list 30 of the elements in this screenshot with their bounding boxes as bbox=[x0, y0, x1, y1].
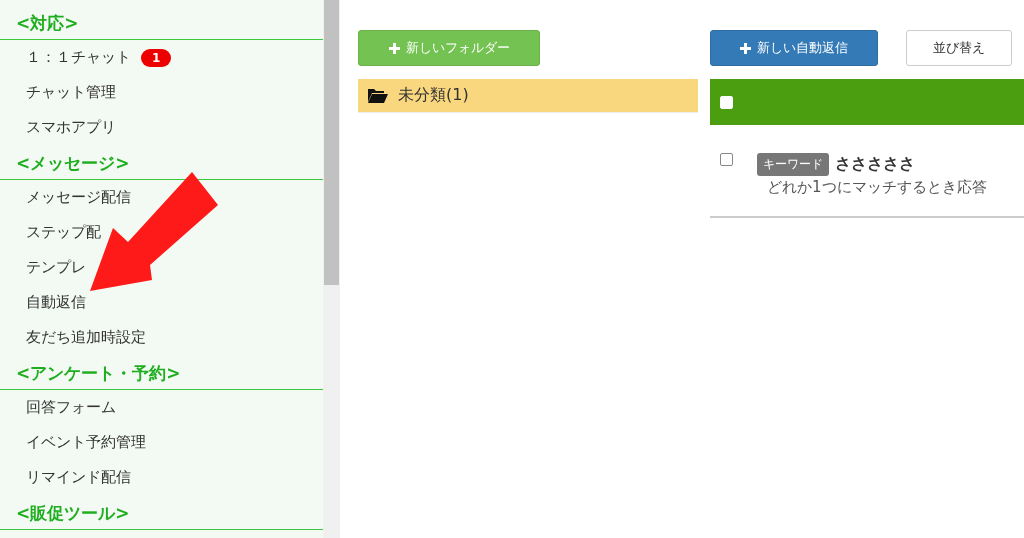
section-title: <対応> bbox=[15, 12, 79, 35]
section-title: <販促ツール> bbox=[15, 502, 130, 525]
sort-button[interactable]: 並び替え bbox=[906, 30, 1012, 66]
sidebar-item[interactable]: １：１チャット bbox=[26, 48, 131, 67]
sidebar-item[interactable]: 自動返信 bbox=[26, 293, 86, 312]
scrollbar-thumb[interactable] bbox=[324, 0, 339, 285]
folder-icon bbox=[368, 88, 388, 103]
sidebar-item[interactable]: イベント予約管理 bbox=[26, 433, 146, 452]
scrollbar[interactable] bbox=[323, 0, 340, 538]
new-auto-reply-button[interactable]: 新しい自動返信 bbox=[710, 30, 878, 66]
plus-icon bbox=[740, 42, 751, 54]
sidebar-item[interactable]: 回答フォーム bbox=[26, 398, 116, 417]
sidebar-item[interactable]: メッセージ配信 bbox=[26, 188, 131, 207]
reply-title[interactable]: さささささ bbox=[835, 154, 915, 175]
sidebar-item[interactable]: リマインド配信 bbox=[26, 468, 131, 487]
sidebar-item[interactable]: 友だち追加時設定 bbox=[26, 328, 146, 347]
select-all-checkbox[interactable] bbox=[720, 95, 733, 109]
folder-label: 未分類(1) bbox=[398, 85, 469, 106]
folder-item[interactable]: 未分類(1) bbox=[358, 79, 698, 113]
sidebar-item[interactable]: チャット管理 bbox=[26, 83, 116, 102]
keyword-tag: キーワード bbox=[757, 153, 829, 176]
reply-description: どれか1つにマッチするとき応答 bbox=[766, 178, 987, 197]
count-badge: 1 bbox=[141, 48, 172, 67]
row-checkbox[interactable] bbox=[720, 153, 733, 166]
sidebar-item[interactable]: スマホアプリ bbox=[26, 118, 116, 137]
plus-icon bbox=[388, 42, 400, 54]
section-title: <メッセージ> bbox=[15, 152, 130, 175]
sidebar-item[interactable]: テンプレ bbox=[26, 258, 86, 277]
section-title: <アンケート・予約> bbox=[15, 362, 181, 385]
sidebar-item[interactable]: ステップ配 bbox=[26, 223, 101, 242]
